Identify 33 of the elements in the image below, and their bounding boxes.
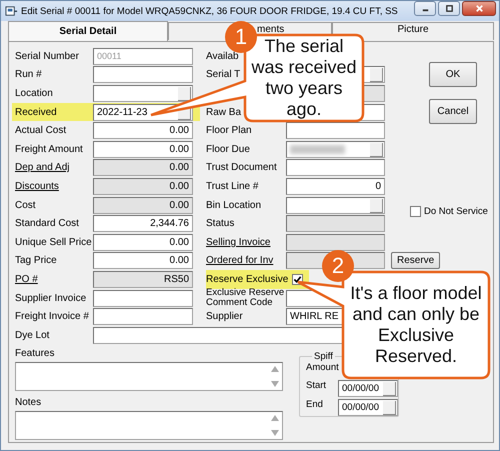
- field-label: Availab: [206, 50, 240, 62]
- field-label: Exclusive Reserve Comment Code: [206, 288, 286, 308]
- field-label: Status: [206, 218, 236, 230]
- field-label: Trust Document: [206, 162, 278, 174]
- field-label: Freight Invoice #: [15, 311, 90, 322]
- field-label: Run #: [15, 69, 43, 80]
- field-label: Tag Price: [15, 255, 58, 266]
- field-label: Notes: [15, 396, 42, 410]
- field-label: Location: [15, 88, 54, 99]
- field-label: Start: [306, 380, 328, 392]
- field-label: Serial Number: [15, 50, 80, 62]
- field-label: Received: [15, 106, 58, 118]
- field-label: Amount: [306, 362, 338, 374]
- field-label: Features: [15, 348, 56, 360]
- field-label: Actual Cost: [15, 125, 68, 136]
- field-label: Floor Plan: [206, 125, 253, 136]
- group-title: Spiff: [313, 350, 334, 362]
- field-label: Supplier: [206, 311, 244, 322]
- field-label: Dye Lot: [15, 330, 50, 341]
- field-label: Serial T: [206, 69, 242, 80]
- field-label: Unique Sell Price: [15, 236, 93, 248]
- field-label: Raw Ba: [206, 106, 242, 118]
- checkbox-label: Do Not Service: [424, 206, 488, 217]
- field-label: Trust Line #: [206, 180, 260, 192]
- field-label: End: [306, 398, 324, 412]
- field-label: Standard Cost: [15, 218, 80, 230]
- field-label: Reserve Exclusive: [206, 274, 288, 285]
- window-title: Edit Serial # 00011 for Model WRQA59CNKZ, 36 FOUR DOOR FRIDGE, 19.4 CU FT, SS: [21, 6, 398, 16]
- field-label: Freight Amount: [15, 144, 84, 155]
- field-label: Supplier Invoice: [15, 292, 88, 304]
- field-label: Cost: [15, 200, 37, 211]
- field-label: Floor Due: [206, 144, 251, 155]
- field-label: Bin Location: [206, 200, 262, 211]
